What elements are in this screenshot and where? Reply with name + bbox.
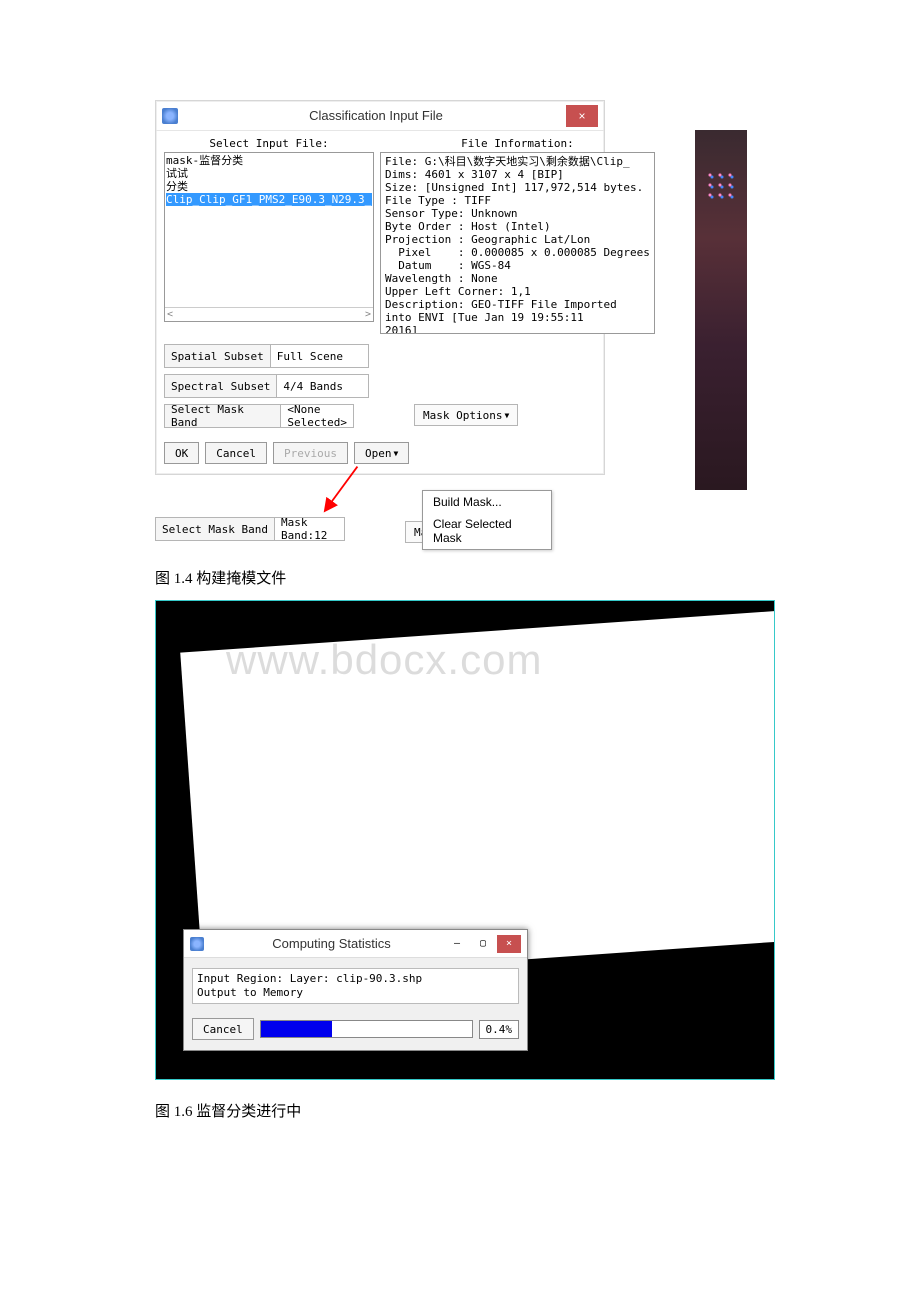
envi-icon <box>162 108 178 124</box>
list-item[interactable]: mask-监督分类 <box>166 154 372 167</box>
select-mask-band-row-2[interactable]: Select Mask Band Mask Band:12 <box>155 517 345 541</box>
maximize-button[interactable]: ▢ <box>471 935 495 953</box>
previous-button[interactable]: Previous <box>273 442 348 464</box>
watermark-text: www.bdocx.com <box>226 636 542 684</box>
spatial-subset-button[interactable]: Spatial Subset <box>165 345 271 367</box>
select-mask-band-value: <None Selected> <box>281 403 353 429</box>
list-item[interactable]: 试试 <box>166 167 372 180</box>
dialog-titlebar: Classification Input File × <box>156 101 604 131</box>
input-file-listbox[interactable]: mask-监督分类 试试 分类 Clip_Clip_GF1_PMS2_E90.3… <box>164 152 374 322</box>
spectral-subset-row[interactable]: Spectral Subset 4/4 Bands <box>164 374 369 398</box>
select-mask-band-button-2[interactable]: Select Mask Band <box>156 518 275 540</box>
chevron-down-icon: ▼ <box>504 411 509 420</box>
satellite-image-strip <box>695 130 747 490</box>
list-item[interactable]: 分类 <box>166 180 372 193</box>
select-mask-band-button[interactable]: Select Mask Band <box>165 405 281 427</box>
envi-icon <box>190 937 204 951</box>
close-button[interactable]: × <box>566 105 598 127</box>
mask-options-label: Mask Options <box>423 409 502 422</box>
dialog-title: Classification Input File <box>186 108 566 123</box>
computing-statistics-dialog: Computing Statistics — ▢ × Input Region:… <box>183 929 528 1051</box>
stats-info-text: Input Region: Layer: clip-90.3.shp Outpu… <box>192 968 519 1004</box>
menu-build-mask[interactable]: Build Mask... <box>423 491 551 513</box>
list-item-selected[interactable]: Clip_Clip_GF1_PMS2_E90.3_N29.3_20150909 <box>166 193 372 206</box>
select-mask-band-row[interactable]: Select Mask Band <None Selected> <box>164 404 354 428</box>
file-info-text: File: G:\科目\数字天地实习\剩余数据\Clip_ Dims: 4601… <box>380 152 655 334</box>
classification-input-dialog: Classification Input File × Select Input… <box>155 100 605 475</box>
stats-cancel-button[interactable]: Cancel <box>192 1018 254 1040</box>
stats-dialog-title: Computing Statistics <box>218 936 445 951</box>
open-label: Open <box>365 447 392 460</box>
menu-clear-mask[interactable]: Clear Selected Mask <box>423 513 551 549</box>
spatial-subset-value: Full Scene <box>271 350 368 363</box>
figure-1-6-caption: 图 1.6 监督分类进行中 <box>155 1100 780 1121</box>
select-input-label: Select Input File: <box>164 137 374 150</box>
spectral-subset-button[interactable]: Spectral Subset <box>165 375 277 397</box>
figure-1-4-container: Classification Input File × Select Input… <box>155 100 685 547</box>
chevron-down-icon: ▼ <box>393 449 398 458</box>
close-button[interactable]: × <box>497 935 521 953</box>
mask-options-menu: Build Mask... Clear Selected Mask <box>422 490 552 550</box>
open-button[interactable]: Open ▼ <box>354 442 409 464</box>
progress-percent: 0.4% <box>479 1020 520 1039</box>
stats-titlebar: Computing Statistics — ▢ × <box>184 930 527 958</box>
ok-button[interactable]: OK <box>164 442 199 464</box>
minimize-button[interactable]: — <box>445 935 469 953</box>
spectral-subset-value: 4/4 Bands <box>277 380 368 393</box>
scroll-left-icon[interactable]: < <box>167 308 173 321</box>
figure-1-6-container: www.bdocx.com Computing Statistics — ▢ ×… <box>155 600 775 1080</box>
mask-options-button[interactable]: Mask Options ▼ <box>414 404 518 426</box>
file-info-label: File Information: <box>380 137 655 150</box>
progress-fill <box>261 1021 333 1037</box>
cancel-button[interactable]: Cancel <box>205 442 267 464</box>
progress-bar <box>260 1020 473 1038</box>
spatial-subset-row[interactable]: Spatial Subset Full Scene <box>164 344 369 368</box>
select-mask-band-value-2: Mask Band:12 <box>275 516 344 542</box>
figure-1-4-caption: 图 1.4 构建掩模文件 <box>155 567 780 588</box>
scroll-right-icon[interactable]: > <box>365 308 371 321</box>
